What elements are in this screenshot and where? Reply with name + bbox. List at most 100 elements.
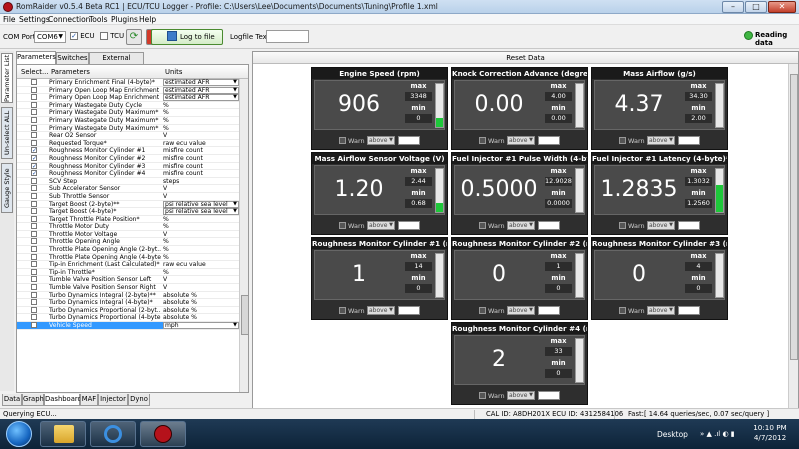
table-row[interactable]: ✓ Roughness Monitor Cylinder #4 misfire co… [17,170,239,178]
menu-settings[interactable]: Settings [19,15,50,24]
warn-checkbox[interactable] [339,222,346,229]
table-row[interactable]: Tip-in Enrichment (Last Calculated)* raw … [17,261,239,269]
warn-condition-select[interactable]: above ▼ [507,391,535,400]
warn-threshold-input[interactable] [538,391,560,400]
row-select-checkbox[interactable]: ✓ [31,170,37,177]
clock[interactable]: 10:10 PM 4/7/2012 [747,423,793,443]
row-units-select[interactable]: mph ▼ [163,322,239,329]
warn-condition-select[interactable]: above ▼ [647,306,675,315]
warn-checkbox[interactable] [479,307,486,314]
menu-tools[interactable]: Tools [89,15,107,24]
menu-plugins[interactable]: Plugins [111,15,138,24]
row-select-checkbox[interactable] [31,261,37,268]
row-select-checkbox[interactable] [31,139,37,147]
row-select-checkbox[interactable] [31,284,37,291]
table-row[interactable]: SCV Step steps [17,177,239,186]
row-select-checkbox[interactable] [31,299,37,306]
row-select-checkbox[interactable] [31,322,37,329]
table-row[interactable]: Rear O2 Sensor V [17,132,239,140]
tab-parameters[interactable]: Parameters [16,51,56,64]
table-row[interactable]: Throttle Motor Voltage V [17,230,239,239]
warn-threshold-input[interactable] [398,221,420,230]
row-select-checkbox[interactable] [31,200,37,208]
warn-condition-select[interactable]: above ▼ [507,136,535,145]
table-row[interactable]: Target Boost (4-byte)* psi relative sea l… [17,208,239,216]
row-units-select[interactable]: psi relative sea level ▼ [163,208,239,216]
row-select-checkbox[interactable] [31,238,37,245]
row-units-select[interactable]: psi relative sea level ▼ [163,200,239,208]
log-to-file-button[interactable]: Log to file [151,29,223,45]
row-select-checkbox[interactable] [31,246,37,253]
table-row[interactable]: Primary Wastegate Duty Maximum* ...% [17,124,239,133]
warn-condition-select[interactable]: above ▼ [367,306,395,315]
row-units-select[interactable]: estimated AFR ▼ [163,86,239,94]
refresh-icon[interactable]: ⟳ [126,29,142,45]
table-row[interactable]: Tumble Valve Position Sensor Right V [17,284,239,292]
row-select-checkbox[interactable] [31,253,37,261]
table-row[interactable]: Primary Wastegate Duty Maximum* ...% [17,116,239,125]
warn-threshold-input[interactable] [398,306,420,315]
taskbar-ie[interactable] [90,421,136,447]
row-select-checkbox[interactable] [31,306,37,314]
gauge[interactable]: Roughness Monitor Cylinder #2 (mis...0ma… [451,237,588,320]
com-port-select[interactable]: COM6 ▼ [34,31,66,43]
warn-condition-select[interactable]: above ▼ [367,136,395,145]
start-button[interactable] [6,421,32,447]
table-row[interactable]: Sub Accelerator Sensor V [17,185,239,193]
tab-switches[interactable]: Switches [56,52,89,64]
warn-condition-select[interactable]: above ▼ [507,306,535,315]
warn-checkbox[interactable] [619,222,626,229]
warn-checkbox[interactable] [339,307,346,314]
warn-threshold-input[interactable] [678,306,700,315]
table-row[interactable]: ✓ Roughness Monitor Cylinder #2 misfire co… [17,154,239,163]
table-row[interactable]: Throttle Motor Duty% [17,223,239,231]
table-row[interactable]: Vehicle Speed mph ▼ [17,322,239,330]
gauge[interactable]: Mass Airflow (g/s) 4.37 max 34.30 min 2.00 War… [591,67,728,150]
warn-checkbox[interactable] [479,392,486,399]
row-select-checkbox[interactable] [31,94,37,101]
tab-dashboard[interactable]: Dashboard [44,394,82,406]
unselect-all-button[interactable]: Un-select ALL [1,107,13,159]
warn-checkbox[interactable] [339,137,346,144]
table-row[interactable]: Primary Open Loop Map Enrichment ... esti… [17,86,239,95]
table-row[interactable]: Primary Enrichment Final (4-byte)* estima… [17,79,239,87]
row-select-checkbox[interactable] [31,208,37,215]
tab-dyno[interactable]: Dyno [128,394,150,406]
warn-condition-select[interactable]: above ▼ [647,221,675,230]
row-units-select[interactable]: estimated AFR ▼ [163,94,239,102]
table-row[interactable]: Primary Open Loop Map Enrichment ... esti… [17,94,239,102]
row-select-checkbox[interactable]: ✓ [31,147,37,154]
row-select-checkbox[interactable] [31,276,37,283]
header-parameters[interactable]: Parameters [51,68,90,76]
table-row[interactable]: Turbo Dynamics Integral (4-byte)* absolut… [17,299,239,307]
maximize-button[interactable]: □ [745,1,767,13]
table-row[interactable]: Turbo Dynamics Proportional (2-byt... abs… [17,306,239,315]
table-row[interactable]: Sub Throttle Sensor V [17,192,239,201]
logfile-text-input[interactable] [266,30,309,43]
tray-icons[interactable]: » ▲ .ıl ◐ ▮ [700,430,735,438]
row-select-checkbox[interactable] [31,86,37,94]
menu-file[interactable]: File [3,15,16,24]
tab-gauge-style[interactable]: Gauge Style [1,163,13,213]
warn-condition-select[interactable]: above ▼ [647,136,675,145]
row-select-checkbox[interactable] [31,132,37,139]
menu-help[interactable]: Help [139,15,156,24]
warn-condition-select[interactable]: above ▼ [367,221,395,230]
gauge[interactable]: Roughness Monitor Cylinder #3 (mis...0ma… [591,237,728,320]
row-select-checkbox[interactable] [31,230,37,238]
taskbar-romraider[interactable] [140,421,186,447]
row-select-checkbox[interactable] [31,177,37,185]
menu-connection[interactable]: Connection [48,15,90,24]
table-row[interactable]: Throttle Plate Opening Angle (4-byte)*% [17,253,239,262]
warn-condition-select[interactable]: above ▼ [507,221,535,230]
scrollbar-thumb[interactable] [241,295,248,335]
table-row[interactable]: Primary Wastegate Duty Maximum* ...% [17,109,239,117]
table-row[interactable]: Tumble Valve Position Sensor Left V [17,276,239,285]
row-select-checkbox[interactable] [31,223,37,230]
table-row[interactable]: Target Throttle Plate Position*% [17,215,239,224]
gauge[interactable]: Roughness Monitor Cylinder #4 (mis... 2 ma… [451,322,588,405]
row-select-checkbox[interactable] [31,215,37,223]
tab-maf[interactable]: MAF [80,394,98,406]
dashboard-scrollbar[interactable] [788,64,798,408]
tab-graph[interactable]: Graph [22,394,44,406]
